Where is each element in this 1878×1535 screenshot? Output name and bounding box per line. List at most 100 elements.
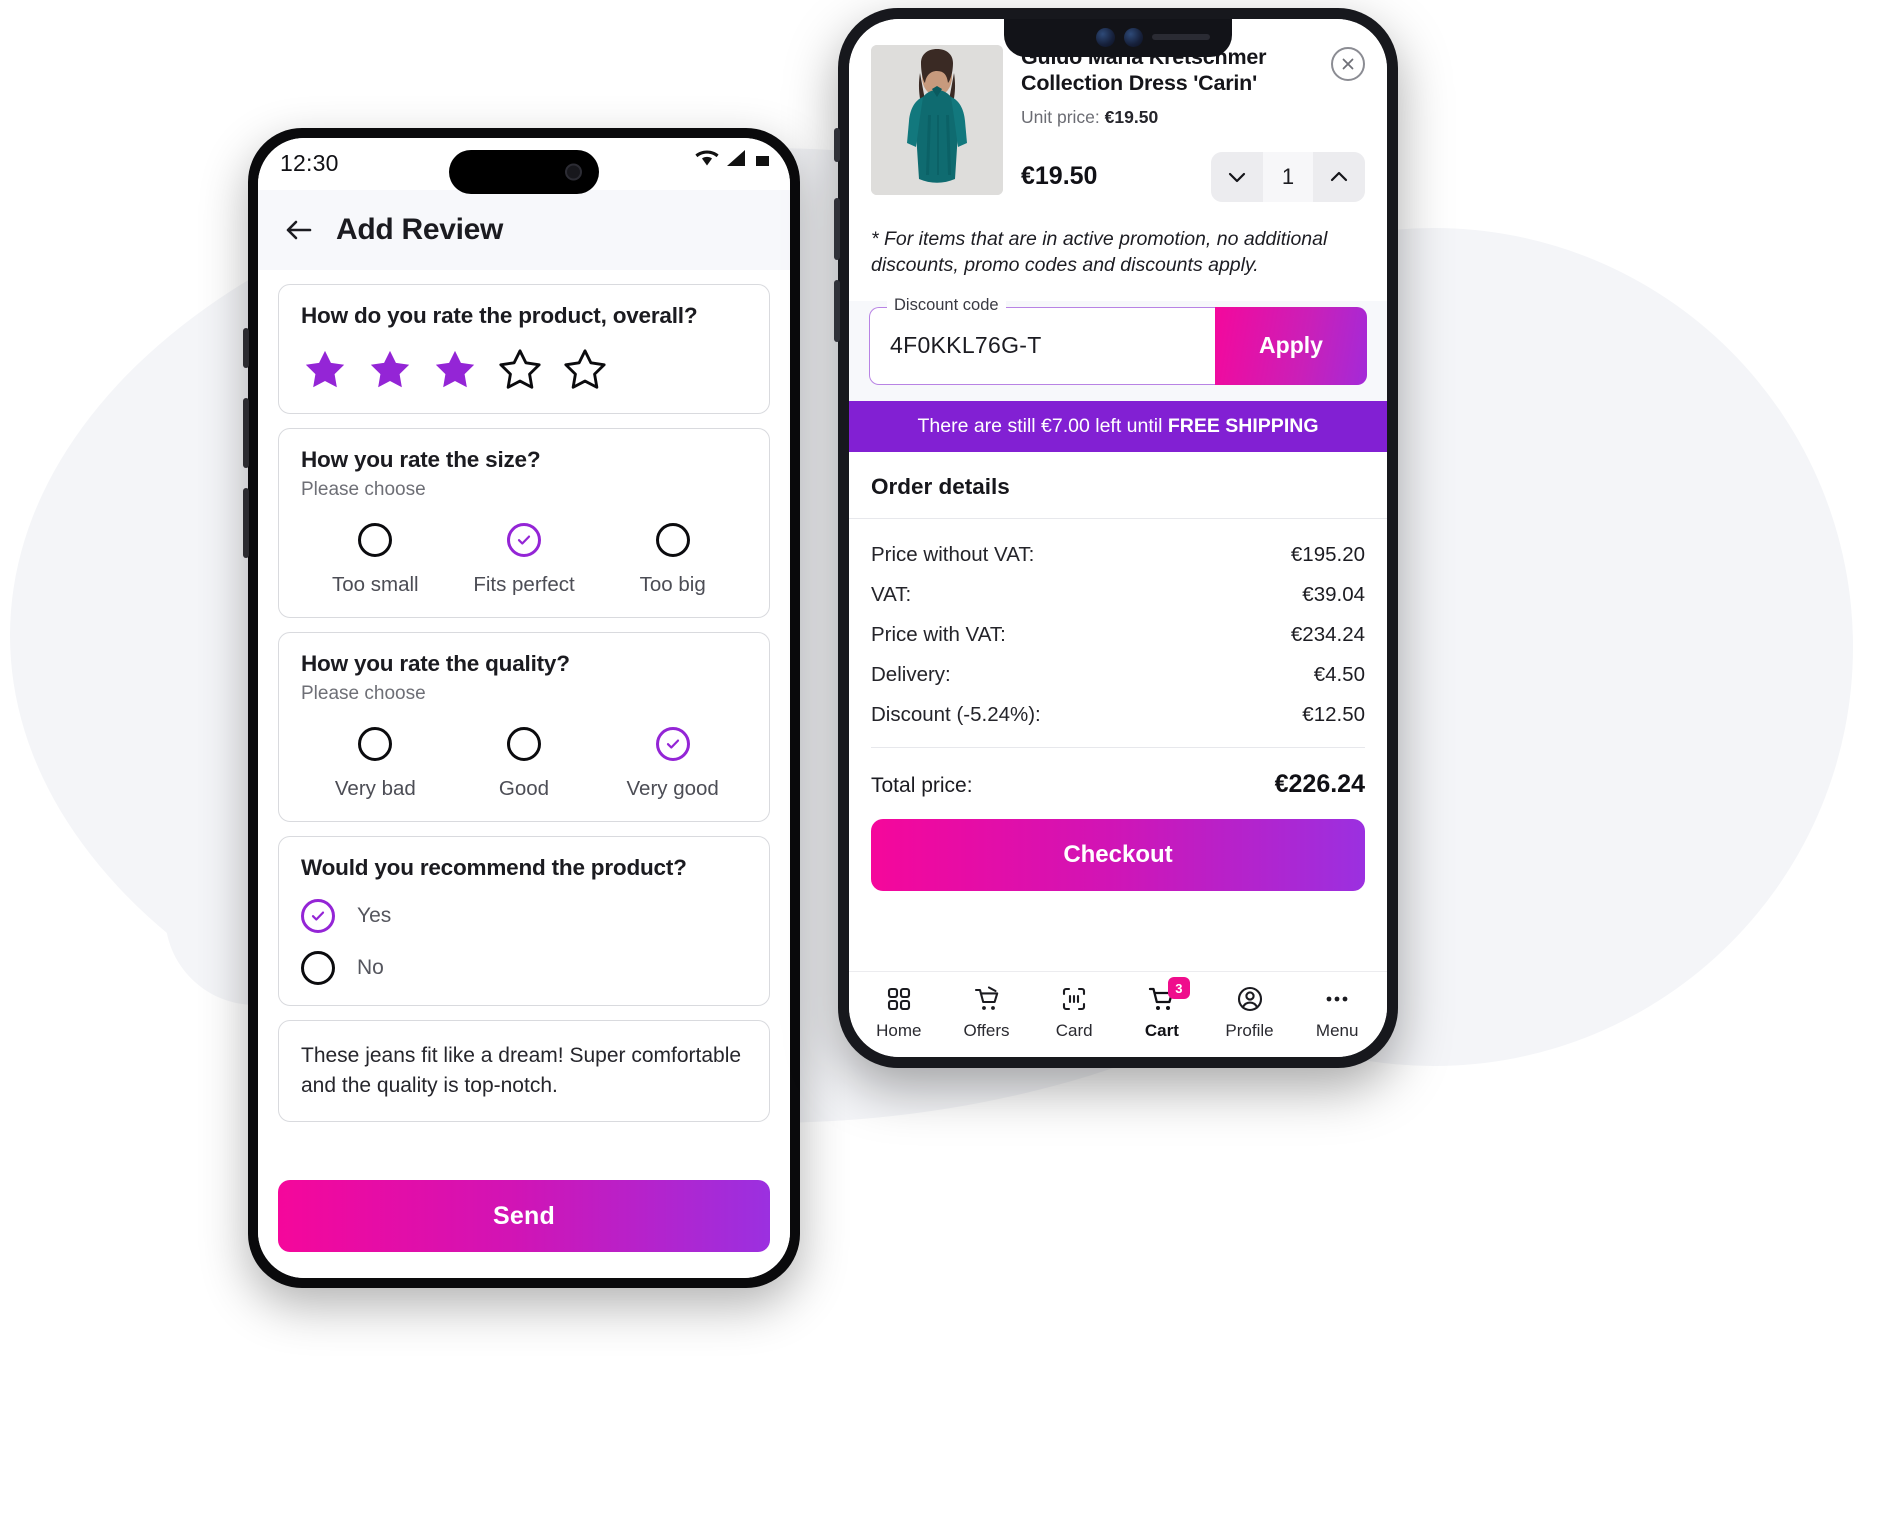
- send-button[interactable]: Send: [278, 1180, 770, 1252]
- order-row: VAT: €39.04: [871, 575, 1365, 615]
- quantity-decrease-button[interactable]: [1211, 151, 1263, 202]
- signal-icon: [727, 150, 745, 166]
- product-info: Guido Maria Kretschmer Collection Dress …: [1021, 45, 1365, 202]
- review-screen: 12:30 Add Review How do you rate the pro…: [258, 138, 790, 1278]
- camera-lens-icon: [1124, 27, 1143, 47]
- quantity-value[interactable]: 1: [1263, 151, 1313, 202]
- page-title: Add Review: [336, 213, 504, 246]
- tab-home[interactable]: Home: [855, 984, 943, 1041]
- screenshot-canvas: 12:30 Add Review How do you rate the pro…: [0, 0, 1878, 1535]
- tab-offers[interactable]: Offers: [943, 984, 1031, 1041]
- radio-yes[interactable]: [301, 899, 335, 933]
- radio-too-big[interactable]: [655, 523, 690, 557]
- tab-profile[interactable]: Profile: [1206, 984, 1294, 1041]
- order-details-rows: Price without VAT: €195.20 VAT: €39.04 P…: [849, 519, 1387, 758]
- order-row: Delivery: €4.50: [871, 655, 1365, 695]
- scan-card-icon: [1063, 987, 1086, 1011]
- free-shipping-highlight: FREE SHIPPING: [1167, 414, 1319, 437]
- unit-price-value: €19.50: [1104, 106, 1159, 127]
- quality-rating-card: How you rate the quality? Please choose …: [278, 632, 770, 822]
- chevron-up-icon: [1330, 171, 1348, 181]
- product-thumbnail[interactable]: [871, 45, 1003, 195]
- radio-very-good[interactable]: [655, 727, 690, 761]
- order-details-title: Order details: [849, 452, 1387, 519]
- recommend-option-yes[interactable]: Yes: [301, 899, 747, 933]
- star-icon-2[interactable]: [366, 347, 414, 393]
- camera-notch: [1004, 19, 1232, 57]
- recommend-option-no[interactable]: No: [301, 951, 747, 985]
- quality-option-good[interactable]: Good: [450, 727, 599, 801]
- camera-lens-icon: [1096, 27, 1115, 47]
- overall-rating-card: How do you rate the product, overall?: [278, 284, 770, 414]
- arrow-left-icon[interactable]: [282, 213, 316, 247]
- radio-very-bad[interactable]: [358, 727, 393, 761]
- checkout-section: Checkout: [849, 808, 1387, 907]
- quality-options: Very bad Good Very good: [301, 727, 747, 801]
- size-option-too-big[interactable]: Too big: [598, 523, 747, 597]
- size-options: Too small Fits perfect Too big: [301, 523, 747, 597]
- star-icon-4[interactable]: [496, 347, 544, 393]
- bottom-tab-bar: Home Offers Card 3 Cart Profile Menu: [849, 971, 1387, 1057]
- size-rating-card: How you rate the size? Please choose Too…: [278, 428, 770, 618]
- order-row-value: €195.20: [1290, 542, 1365, 566]
- size-question: How you rate the size?: [301, 447, 541, 472]
- promotion-note: * For items that are in active promotion…: [849, 219, 1387, 301]
- quality-option-very-good[interactable]: Very good: [598, 727, 747, 801]
- quantity-increase-button[interactable]: [1313, 151, 1365, 202]
- review-text-input[interactable]: These jeans fit like a dream! Super comf…: [278, 1020, 770, 1122]
- size-option-label: Too small: [332, 573, 419, 596]
- status-bar: 12:30: [258, 138, 790, 194]
- order-row: Price with VAT: €234.24: [871, 615, 1365, 655]
- product-image: [871, 45, 1003, 195]
- checkout-button[interactable]: Checkout: [871, 818, 1365, 891]
- discount-section: Discount code 4F0KKL76G-T Apply: [849, 295, 1387, 401]
- quality-question: How you rate the quality?: [301, 651, 570, 676]
- discount-code-field[interactable]: Discount code 4F0KKL76G-T: [869, 295, 1215, 385]
- tab-label: Card: [1055, 1021, 1093, 1040]
- status-icons: [694, 148, 772, 168]
- overall-rating-question: How do you rate the product, overall?: [301, 303, 698, 328]
- radio-too-small[interactable]: [358, 523, 393, 557]
- tab-cart[interactable]: 3 Cart: [1118, 977, 1206, 1041]
- quality-hint: Please choose: [301, 683, 426, 704]
- radio-fits-perfect[interactable]: [507, 523, 541, 557]
- remove-item-button[interactable]: [1331, 47, 1365, 81]
- recommend-label-no: No: [357, 956, 384, 979]
- quality-option-label: Very bad: [334, 777, 416, 800]
- free-shipping-text: There are still €7.00 left until: [917, 414, 1168, 437]
- radio-no[interactable]: [301, 951, 335, 985]
- dynamic-island: [449, 150, 599, 194]
- device-volume-down: [834, 280, 840, 342]
- tab-menu[interactable]: Menu: [1293, 984, 1381, 1041]
- size-option-too-small[interactable]: Too small: [301, 523, 450, 597]
- cart-badge: 3: [1167, 977, 1190, 999]
- cart-screen: Guido Maria Kretschmer Collection Dress …: [849, 19, 1387, 1057]
- star-icon-5[interactable]: [561, 347, 609, 393]
- size-option-label: Fits perfect: [473, 573, 575, 596]
- apply-discount-button[interactable]: Apply: [1215, 306, 1367, 385]
- order-total-row: Total price: €226.24: [849, 758, 1387, 809]
- front-camera-icon: [565, 163, 582, 181]
- quality-option-very-bad[interactable]: Very bad: [301, 727, 450, 801]
- star-icon-3[interactable]: [431, 347, 479, 393]
- star-icon-1[interactable]: [301, 347, 349, 393]
- order-row-label: Price without VAT:: [871, 542, 1035, 566]
- review-footer: Send: [258, 1162, 790, 1278]
- check-icon: [311, 911, 325, 921]
- radio-good[interactable]: [507, 727, 541, 761]
- order-row-label: Price with VAT:: [871, 622, 1006, 646]
- chevron-down-icon: [1228, 172, 1246, 182]
- size-option-fits-perfect[interactable]: Fits perfect: [450, 523, 599, 597]
- order-row-label: Delivery:: [871, 662, 951, 686]
- check-icon: [517, 535, 531, 545]
- quality-option-label: Very good: [626, 777, 719, 800]
- tab-card[interactable]: Card: [1030, 984, 1118, 1041]
- product-price: €19.50: [1021, 162, 1098, 191]
- earpiece-speaker: [1152, 34, 1210, 40]
- order-row-label: VAT:: [871, 582, 912, 606]
- order-row-value: €39.04: [1302, 582, 1365, 606]
- order-row: Discount (-5.24%): €12.50: [871, 695, 1365, 735]
- star-rating[interactable]: [301, 347, 747, 393]
- discount-code-input[interactable]: 4F0KKL76G-T: [890, 332, 1042, 359]
- total-price-label: Total price:: [871, 773, 973, 797]
